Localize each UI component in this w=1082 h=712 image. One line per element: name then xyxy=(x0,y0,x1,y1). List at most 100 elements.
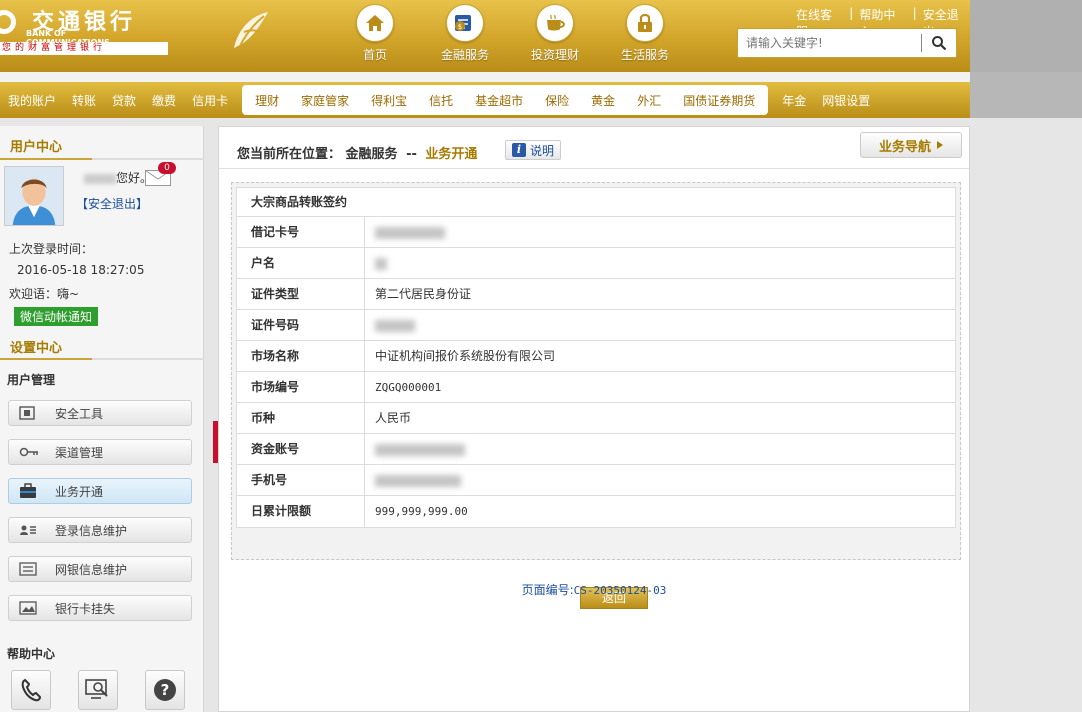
top-nav-item-home[interactable]: 首页 xyxy=(330,4,420,63)
sidebar-menu-item[interactable]: 业务开通 xyxy=(8,478,192,504)
subnav-item[interactable]: 基金超市 xyxy=(464,92,534,109)
phone-icon xyxy=(21,678,42,702)
breadcrumb-separator: -- xyxy=(406,147,417,162)
subnav-item[interactable]: 理财 xyxy=(244,92,290,109)
safe-icon xyxy=(19,405,49,421)
leaf-emblem-icon xyxy=(234,12,268,48)
subnav-item[interactable]: 信托 xyxy=(418,92,464,109)
page-number-value: CS-20350124-03 xyxy=(573,584,667,597)
subnav-item[interactable]: 家庭管家 xyxy=(290,92,360,109)
top-nav-label: 金融服务 xyxy=(440,48,489,62)
wechat-notify-button[interactable]: 微信动帐通知 xyxy=(14,307,99,326)
subnav-right-background xyxy=(970,72,1082,118)
business-guide-label: 业务导航 xyxy=(878,139,931,155)
main-content: 您当前所在位置： 金融服务 -- 业务开通 i 说明 业务导航 大宗商品转账签约… xyxy=(218,126,970,712)
subnav-item[interactable]: 网银设置 xyxy=(814,92,878,109)
table-row: 市场编号 ZQGQ000001 xyxy=(237,372,955,403)
row-value: ZQGQ000001 xyxy=(375,381,442,394)
top-nav-label: 首页 xyxy=(362,48,387,62)
subnav-gap xyxy=(0,72,970,82)
subnav-item[interactable]: 转账 xyxy=(64,92,104,109)
phone-help-button[interactable] xyxy=(11,670,51,710)
sidebar-menu-item[interactable]: 银行卡挂失 xyxy=(8,595,192,621)
sidebar-menu-item[interactable]: 网银信息维护 xyxy=(8,556,192,582)
subnav-item[interactable]: 缴费 xyxy=(144,92,184,109)
top-nav-item-lock[interactable]: 生活服务 xyxy=(600,4,690,63)
subnav-item[interactable]: 信用卡 xyxy=(184,92,236,109)
row-value: 999,999,999.00 xyxy=(375,505,468,518)
subnav-item[interactable]: 年金 xyxy=(774,92,814,109)
breadcrumb-label: 您当前所在位置： xyxy=(237,147,342,162)
table-row: 手机号 xyxy=(237,465,955,496)
subnav-item[interactable]: 保险 xyxy=(534,92,580,109)
id-card-icon xyxy=(19,523,49,537)
top-nav-item-coffee[interactable]: 投资理财 xyxy=(510,4,600,63)
sidebar-menu-label: 渠道管理 xyxy=(55,445,104,460)
sidebar-menu-item[interactable]: 安全工具 xyxy=(8,400,192,426)
row-label: 资金账号 xyxy=(237,434,365,464)
last-login-label: 上次登录时间： xyxy=(9,242,94,256)
bank-logo[interactable]: 交通银行 BANK OF COMMUNICATIONS 您的财富管理银行 xyxy=(0,4,168,56)
subnav-item[interactable]: 黄金 xyxy=(580,92,626,109)
header: 交通银行 BANK OF COMMUNICATIONS 您的财富管理银行 首页 $… xyxy=(0,0,970,72)
info-icon: i xyxy=(512,143,526,157)
top-nav-label: 投资理财 xyxy=(530,48,579,62)
row-value: 人民币 xyxy=(375,411,412,425)
subnav-finance-group: 理财 家庭管家 得利宝 信托 基金超市 保险 黄金 外汇 国债证券期货 xyxy=(242,85,769,115)
home-icon xyxy=(356,4,394,42)
search-button[interactable] xyxy=(922,29,956,57)
sidebar-menu-item[interactable]: 登录信息维护 xyxy=(8,517,192,543)
row-value xyxy=(365,248,955,278)
row-label: 借记卡号 xyxy=(237,217,365,247)
header-divider xyxy=(219,168,969,169)
masked-value xyxy=(375,474,461,487)
table-row: 证件号码 xyxy=(237,310,955,341)
row-label: 手机号 xyxy=(237,465,365,495)
row-label: 证件号码 xyxy=(237,310,365,340)
row-label: 户名 xyxy=(237,248,365,278)
sub-nav: 我的账户 转账 贷款 缴费 信用卡 理财 家庭管家 得利宝 信托 基金超市 保险 黄金 外汇 国债证券期货… xyxy=(0,82,970,118)
user-center-title: 用户中心 xyxy=(10,140,63,155)
table-row: 币种 人民币 xyxy=(237,403,955,434)
sidebar-menu-item[interactable]: 渠道管理 xyxy=(8,439,192,465)
bank-slogan: 您的财富管理银行 xyxy=(0,42,168,55)
key-icon xyxy=(19,446,49,458)
table-row: 日累计限额 999,999,999.00 xyxy=(237,496,955,527)
row-value: 第二代居民身份证 xyxy=(375,287,472,301)
lock-icon xyxy=(626,4,664,42)
masked-value xyxy=(375,226,445,239)
faq-help-button[interactable]: ? xyxy=(145,670,185,710)
settings-center-title: 设置中心 xyxy=(10,341,63,356)
subnav-item[interactable]: 得利宝 xyxy=(360,92,418,109)
signing-panel: 大宗商品转账签约 借记卡号 户名 证件类型 第二代居民身份证 证件号码 市场名称 中证机构间… xyxy=(231,182,961,609)
business-guide-button[interactable]: 业务导航 xyxy=(860,132,962,158)
settings-center-underline xyxy=(0,358,204,360)
row-value xyxy=(365,310,955,340)
panel-title: 大宗商品转账签约 xyxy=(237,188,955,217)
row-label: 证件类型 xyxy=(237,279,365,309)
subnav-item[interactable]: 国债证券期货 xyxy=(672,92,766,109)
row-label: 市场编号 xyxy=(237,372,365,402)
top-nav-item-finance[interactable]: $ 金融服务 xyxy=(420,4,510,63)
subnav-item[interactable]: 我的账户 xyxy=(0,92,64,109)
row-label: 市场名称 xyxy=(237,341,365,371)
breadcrumb-current: 业务开通 xyxy=(425,147,478,162)
subnav-item[interactable]: 贷款 xyxy=(104,92,144,109)
welcome-message: 欢迎语：嗨~ xyxy=(9,287,80,301)
sidebar-logout-link[interactable]: 【安全退出】 xyxy=(76,195,148,212)
table-row: 证件类型 第二代居民身份证 xyxy=(237,279,955,310)
avatar-image xyxy=(5,167,63,225)
remote-help-button[interactable] xyxy=(78,670,118,710)
sidebar-menu-label: 银行卡挂失 xyxy=(55,601,116,616)
avatar xyxy=(4,166,64,226)
row-value xyxy=(365,434,955,464)
briefcase-icon xyxy=(19,483,49,499)
row-label: 币种 xyxy=(237,403,365,433)
sidebar-menu-label: 安全工具 xyxy=(55,406,104,421)
row-label: 日累计限额 xyxy=(237,496,365,527)
search-input[interactable] xyxy=(738,29,921,57)
subnav-item[interactable]: 外汇 xyxy=(626,92,672,109)
signing-table: 大宗商品转账签约 借记卡号 户名 证件类型 第二代居民身份证 证件号码 市场名称 中证机构间… xyxy=(236,187,956,528)
info-button[interactable]: i 说明 xyxy=(505,140,561,160)
breadcrumb-parent[interactable]: 金融服务 xyxy=(346,147,398,162)
